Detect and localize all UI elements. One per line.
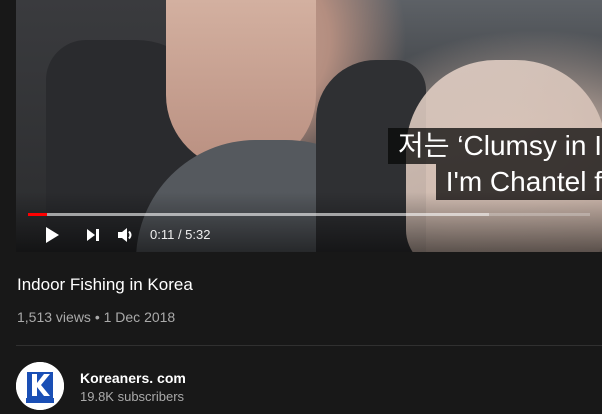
play-button[interactable] [40, 224, 64, 246]
progress-played [28, 213, 47, 216]
volume-button[interactable] [114, 224, 138, 246]
koreaners-logo-icon [16, 362, 64, 410]
subscriber-count: 19.8K subscribers [80, 389, 185, 404]
subtitles: 저는 ‘Clumsy in I I'm Chantel f [388, 128, 602, 200]
time-display: 0:11 / 5:32 [150, 227, 211, 242]
next-button[interactable] [81, 224, 105, 246]
next-icon [87, 229, 99, 241]
video-meta: 1,513 views • 1 Dec 2018 [17, 309, 176, 325]
volume-icon [118, 228, 132, 242]
channel-name[interactable]: Koreaners. com [80, 370, 186, 386]
subtitle-line-1: 저는 ‘Clumsy in I [388, 128, 602, 164]
play-icon [46, 227, 59, 243]
progress-buffered [28, 213, 489, 216]
video-title: Indoor Fishing in Korea [17, 275, 193, 294]
channel-avatar[interactable] [16, 362, 64, 410]
video-player[interactable]: 저는 ‘Clumsy in I I'm Chantel f 0:11 / 5:3… [16, 0, 602, 252]
progress-bar[interactable] [28, 213, 590, 216]
divider [16, 345, 602, 346]
